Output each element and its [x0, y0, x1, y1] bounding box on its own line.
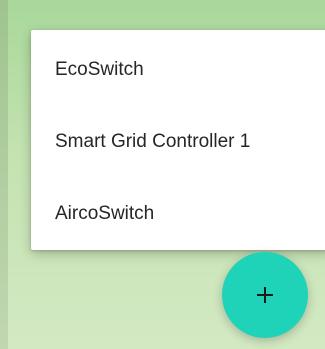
menu-item-ecoswitch[interactable]: EcoSwitch	[55, 54, 144, 86]
background-edge	[0, 0, 8, 349]
menu-item-aircoswitch[interactable]: AircoSwitch	[55, 198, 154, 230]
plus-icon	[257, 287, 273, 303]
add-button[interactable]	[222, 252, 308, 338]
device-dropdown-menu: EcoSwitch Smart Grid Controller 1 AircoS…	[31, 30, 325, 250]
menu-item-smart-grid-controller-1[interactable]: Smart Grid Controller 1	[55, 126, 250, 158]
